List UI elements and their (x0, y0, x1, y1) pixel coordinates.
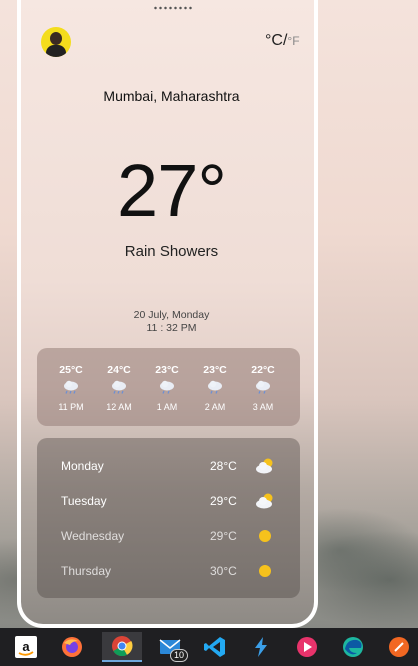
daily-row: Monday 28°C (37, 457, 300, 477)
media-player-taskbar-icon[interactable] (291, 632, 323, 662)
hourly-temp: 25°C (59, 364, 83, 376)
hourly-temp: 23°C (203, 364, 227, 376)
mail-badge: 10 (169, 649, 188, 662)
hourly-forecast: 25°C 11 PM 24°C 12 AM 23°C 1 AM 23°C 2 A… (37, 348, 300, 426)
day-temp: 30°C (210, 564, 237, 578)
day-temp: 29°C (210, 529, 237, 543)
rain-cloud-icon (256, 380, 270, 394)
daily-forecast: Monday 28°C Tuesday 29°C Wednesday 29°C … (37, 438, 300, 598)
rain-cloud-icon (160, 380, 174, 394)
vscode-taskbar-icon[interactable] (199, 632, 231, 662)
taskbar: a 10 (0, 628, 418, 666)
unit-toggle[interactable]: °C/°F (265, 32, 300, 50)
sun-icon (259, 565, 271, 577)
drag-handle[interactable] (153, 6, 193, 10)
date-time: 20 July, Monday 11 : 32 PM (21, 309, 314, 335)
current-temperature: 27° (117, 149, 227, 232)
hourly-time: 12 AM (106, 402, 132, 412)
weather-app-window: °C/°F Mumbai, Maharashtra 27° Rain Showe… (17, 0, 318, 628)
daily-row: Tuesday 29°C (37, 492, 300, 512)
day-temp: 28°C (210, 459, 237, 473)
app-taskbar-icon[interactable] (383, 632, 415, 662)
rain-cloud-icon (208, 380, 222, 394)
current-time: 11 : 32 PM (146, 322, 197, 334)
day-name: Thursday (61, 564, 112, 578)
sun-icon (259, 530, 271, 542)
daily-row: Wednesday 29°C (37, 527, 300, 547)
hourly-temp: 24°C (107, 364, 131, 376)
hourly-time: 2 AM (204, 402, 226, 412)
daily-row: Thursday 30°C (37, 562, 300, 582)
mail-taskbar-icon[interactable]: 10 (154, 632, 188, 662)
celsius-option[interactable]: °C (265, 32, 283, 49)
day-name: Monday (61, 459, 104, 473)
cloud-sun-icon (256, 493, 273, 509)
rain-cloud-icon (64, 380, 78, 394)
hourly-time: 1 AM (156, 402, 178, 412)
location-label: Mumbai, Maharashtra (103, 88, 240, 104)
amazon-taskbar-icon[interactable]: a (10, 632, 42, 662)
hourly-time: 3 AM (252, 402, 274, 412)
app-taskbar-icon[interactable] (245, 632, 277, 662)
hourly-time: 11 PM (58, 402, 84, 412)
svg-text:a: a (22, 639, 30, 654)
current-date: 20 July, Monday (133, 309, 210, 321)
hourly-temp: 22°C (251, 364, 275, 376)
day-name: Wednesday (61, 529, 125, 543)
day-temp: 29°C (210, 494, 237, 508)
cloud-sun-icon (256, 458, 273, 474)
hourly-temp: 23°C (155, 364, 179, 376)
chrome-taskbar-icon[interactable] (102, 632, 142, 662)
fahrenheit-option[interactable]: °F (287, 34, 299, 48)
weather-condition: Rain Showers (124, 243, 219, 260)
day-name: Tuesday (61, 494, 107, 508)
user-avatar[interactable] (41, 27, 71, 57)
firefox-taskbar-icon[interactable] (56, 632, 88, 662)
rain-cloud-icon (112, 380, 126, 394)
edge-taskbar-icon[interactable] (337, 632, 369, 662)
